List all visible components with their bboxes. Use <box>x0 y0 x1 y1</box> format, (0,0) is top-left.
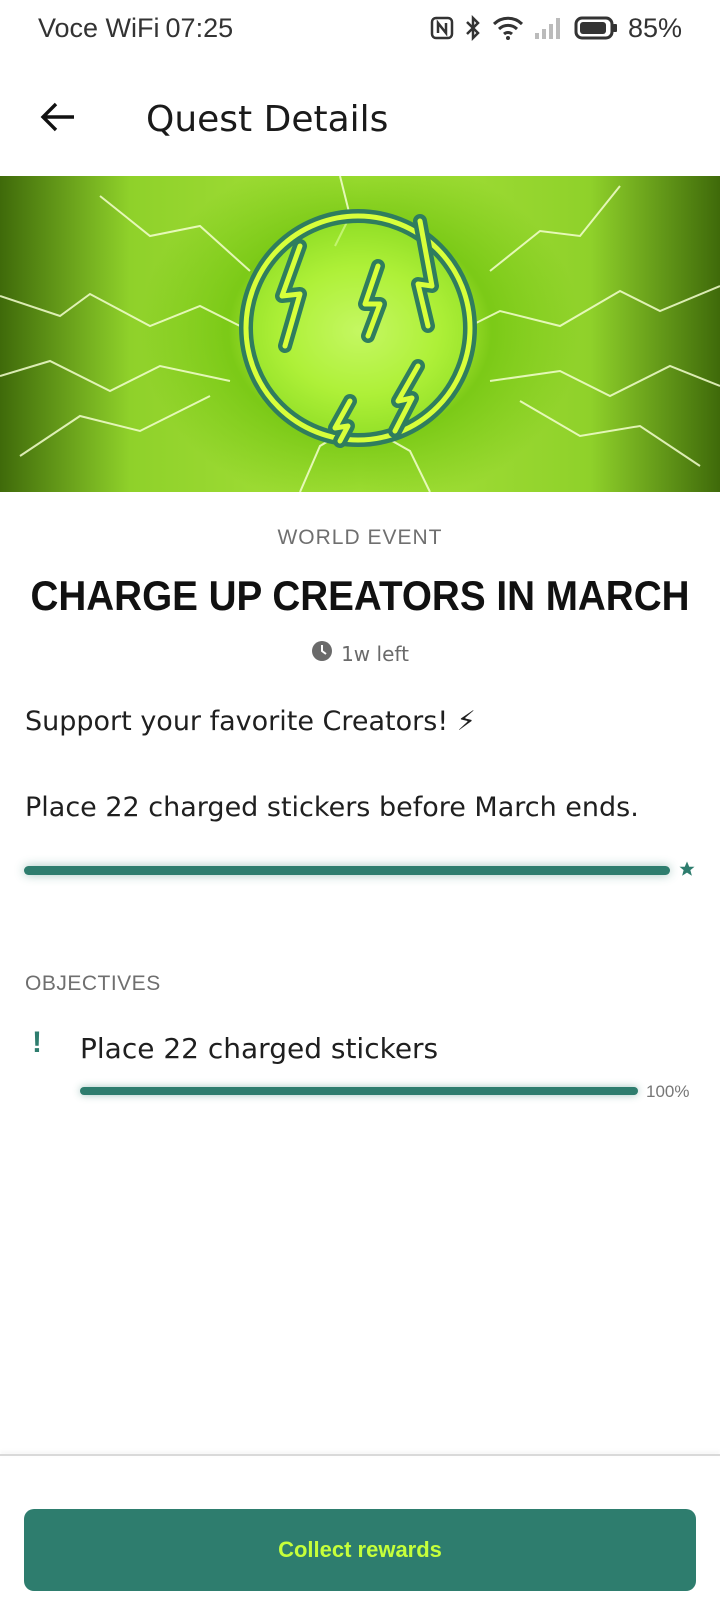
star-icon <box>678 860 696 882</box>
lightning-banner-art <box>0 176 720 492</box>
status-bar: Voce WiFi 07:25 85% <box>0 0 720 56</box>
arrow-left-icon <box>40 101 76 137</box>
page-title: Quest Details <box>146 98 389 140</box>
time-left: 1w left <box>0 640 720 667</box>
quest-banner-image <box>0 176 720 492</box>
wifi-icon <box>492 16 524 40</box>
status-right: 85% <box>430 13 682 44</box>
exclamation-icon: ! <box>32 1026 42 1059</box>
bluetooth-icon <box>464 15 482 41</box>
bottom-divider <box>0 1454 720 1456</box>
battery-icon <box>574 16 618 40</box>
signal-icon <box>534 16 564 40</box>
quest-goal: Place 22 charged stickers before March e… <box>25 792 639 823</box>
objective-text: Place 22 charged stickers <box>80 1032 439 1065</box>
time-left-text: 1w left <box>341 641 409 666</box>
carrier-label: Voce WiFi <box>38 12 160 43</box>
app-bar: Quest Details <box>0 62 720 176</box>
objectives-heading: OBJECTIVES <box>25 972 161 995</box>
quest-progress-bar <box>24 866 670 875</box>
back-button[interactable] <box>38 99 78 139</box>
clock-icon <box>311 640 333 667</box>
nfc-icon <box>430 16 454 40</box>
objective-progress-bar <box>80 1087 638 1095</box>
battery-percent: 85% <box>627 12 682 43</box>
status-left: Voce WiFi 07:25 <box>38 13 233 44</box>
quest-type-label: WORLD EVENT <box>277 526 443 549</box>
objective-percent: 100% <box>646 1082 690 1101</box>
collect-rewards-button[interactable]: Collect rewards <box>24 1509 696 1591</box>
quest-description: Support your favorite Creators! ⚡ <box>25 706 476 737</box>
quest-title: CHARGE UP CREATORS IN MARCH <box>30 572 690 619</box>
clock: 07:25 <box>165 12 234 43</box>
